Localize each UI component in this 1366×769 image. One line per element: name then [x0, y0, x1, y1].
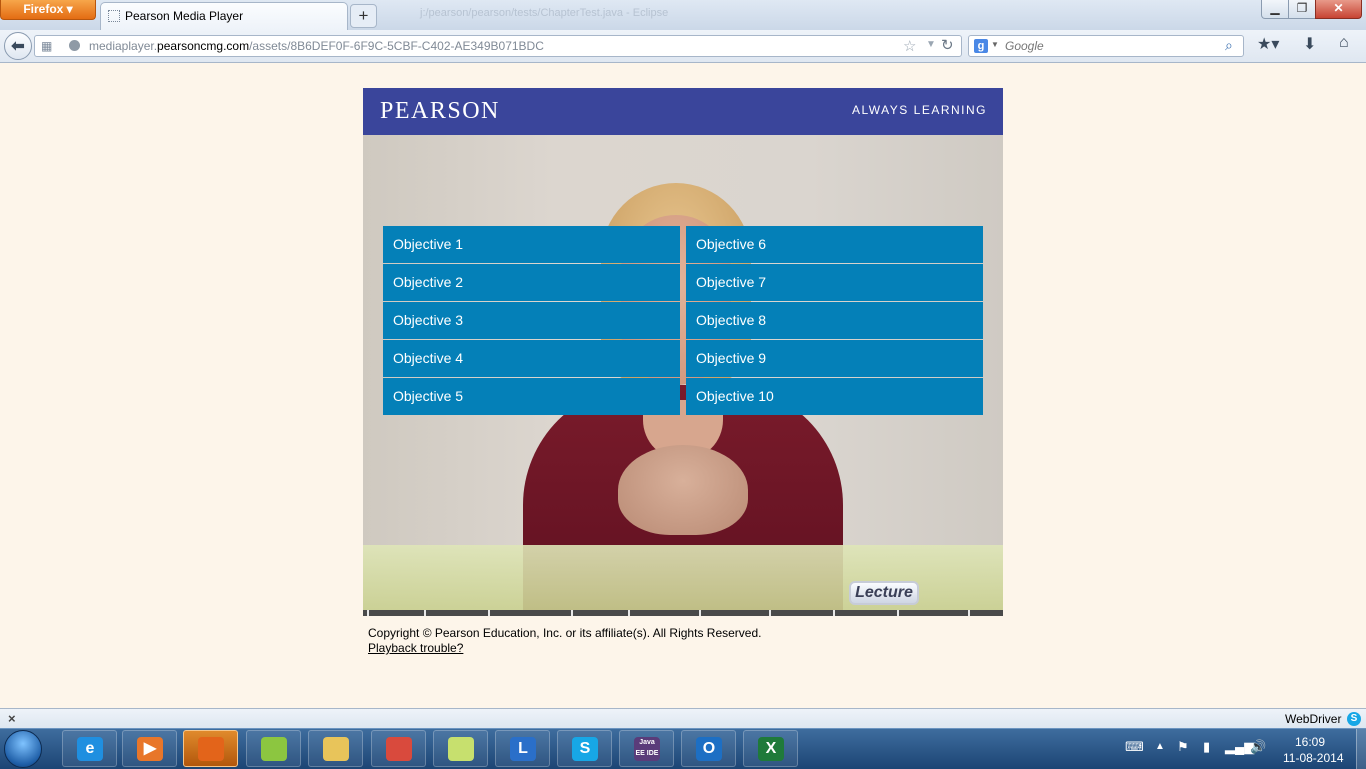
presenter-hands-image	[618, 445, 748, 535]
minimize-window-button[interactable]: ▁	[1261, 0, 1289, 19]
taskbar-chrome-button[interactable]	[371, 730, 426, 767]
bookmarks-menu-icon[interactable]: ★▾	[1257, 34, 1279, 54]
new-tab-button[interactable]: +	[350, 4, 377, 28]
windows-taskbar: e ▶ L S Java EE IDE O X ▲ ⌨ ⚑ ▮ ▂▄▆ 🔊 16:09 11…	[0, 728, 1366, 769]
chapter-marker[interactable]	[571, 610, 573, 616]
taskbar-java-ee-ide-button[interactable]: Java EE IDE	[619, 730, 674, 767]
taskbar-sticky-notes-button[interactable]	[433, 730, 488, 767]
excel-icon: X	[758, 737, 784, 761]
chapter-marker[interactable]	[424, 610, 426, 616]
android-icon	[261, 737, 287, 761]
pearson-logo: PEARSON	[380, 98, 500, 124]
globe-icon	[69, 40, 80, 51]
identity-tiles-icon: ▦	[41, 39, 53, 53]
keyboard-icon[interactable]: ⌨	[1125, 739, 1144, 755]
skype-addon-icon[interactable]: S	[1347, 712, 1361, 726]
objective-10-button[interactable]: Objective 10	[686, 378, 983, 415]
chapter-marker[interactable]	[367, 610, 369, 616]
url-bar[interactable]: ▦ mediaplayer.pearsoncmg.com/assets/8B6D…	[34, 35, 962, 57]
chapter-marker[interactable]	[628, 610, 630, 616]
sticky-notes-icon	[448, 737, 474, 761]
webdriver-label: WebDriver	[1285, 712, 1342, 726]
home-icon[interactable]: ⌂	[1339, 34, 1349, 52]
media-player-icon: ▶	[137, 737, 163, 761]
volume-icon[interactable]: 🔊	[1250, 739, 1266, 755]
chapter-marker[interactable]	[699, 610, 701, 616]
back-button[interactable]: ⬅	[4, 32, 32, 60]
chapter-marker[interactable]	[769, 610, 771, 616]
search-icon[interactable]: ⌕	[1225, 37, 1233, 54]
show-desktop-button[interactable]	[1356, 729, 1366, 769]
taskbar-file-explorer-button[interactable]	[308, 730, 363, 767]
objectives-menu: Objective 1 Objective 2 Objective 3 Obje…	[383, 226, 983, 415]
taskbar-outlook-button[interactable]: O	[681, 730, 736, 767]
taskbar-internet-explorer-button[interactable]: e	[62, 730, 117, 767]
chapter-seek-bar[interactable]	[363, 610, 1003, 616]
objectives-left-column: Objective 1 Objective 2 Objective 3 Obje…	[383, 226, 680, 415]
search-placeholder: Google	[1005, 39, 1044, 53]
objective-5-button[interactable]: Objective 5	[383, 378, 680, 415]
objective-1-button[interactable]: Objective 1	[383, 226, 680, 263]
chapter-marker[interactable]	[968, 610, 970, 616]
playback-trouble-link[interactable]: Playback trouble?	[368, 641, 463, 655]
firefox-menu-label: Firefox	[23, 2, 64, 16]
outlook-icon: O	[696, 737, 722, 761]
clock-time[interactable]: 16:09	[1295, 735, 1325, 749]
objective-8-button[interactable]: Objective 8	[686, 302, 983, 339]
clock-date[interactable]: 11-08-2014	[1283, 751, 1344, 765]
skype-icon: S	[572, 737, 598, 761]
objective-4-button[interactable]: Objective 4	[383, 340, 680, 377]
firefox-icon	[198, 737, 224, 761]
tagline: ALWAYS LEARNING	[852, 103, 987, 117]
google-engine-icon[interactable]: g	[974, 39, 988, 53]
start-button[interactable]	[4, 730, 42, 768]
reload-icon[interactable]: ↻	[941, 36, 954, 54]
close-window-button[interactable]: ✕	[1315, 0, 1362, 19]
file-explorer-icon	[323, 737, 349, 761]
taskbar-android-button[interactable]	[246, 730, 301, 767]
internet-explorer-icon: e	[77, 737, 103, 761]
titlebar: Firefox ▾ Pearson Media Player + j:/pear…	[0, 0, 1366, 30]
addon-bar: × WebDriver S	[0, 708, 1366, 729]
chapter-marker[interactable]	[897, 610, 899, 616]
show-hidden-icons-icon[interactable]: ▲	[1155, 741, 1165, 752]
taskbar-firefox-button[interactable]	[183, 730, 238, 767]
restore-window-button[interactable]: ❐	[1288, 0, 1316, 19]
objective-6-button[interactable]: Objective 6	[686, 226, 983, 263]
taskbar-media-player-button[interactable]: ▶	[122, 730, 177, 767]
chapter-marker[interactable]	[833, 610, 835, 616]
url-text: mediaplayer.pearsoncmg.com/assets/8B6DEF…	[89, 39, 544, 53]
page-favicon-icon	[108, 10, 120, 22]
taskbar-excel-button[interactable]: X	[743, 730, 798, 767]
window-background-title: j:/pearson/pearson/tests/ChapterTest.jav…	[420, 7, 669, 19]
search-bar[interactable]: g ▼ Google ⌕	[968, 35, 1244, 57]
downloads-icon[interactable]: ⬇	[1303, 34, 1316, 54]
objective-7-button[interactable]: Objective 7	[686, 264, 983, 301]
objective-3-button[interactable]: Objective 3	[383, 302, 680, 339]
lecture-badge: Lecture	[849, 581, 919, 605]
chrome-icon	[386, 737, 412, 761]
engine-dropdown-icon[interactable]: ▼	[991, 40, 999, 49]
chapter-marker[interactable]	[488, 610, 490, 616]
java-ee-ide-icon: Java EE IDE	[634, 737, 660, 761]
pearson-header: PEARSON ALWAYS LEARNING	[363, 88, 1003, 135]
lync-icon: L	[510, 737, 536, 761]
objectives-right-column: Objective 6 Objective 7 Objective 8 Obje…	[686, 226, 983, 415]
battery-icon[interactable]: ▮	[1203, 739, 1210, 755]
objective-2-button[interactable]: Objective 2	[383, 264, 680, 301]
tab-title: Pearson Media Player	[125, 9, 244, 23]
close-addon-bar-icon[interactable]: ×	[8, 711, 16, 726]
bookmark-star-icon[interactable]: ☆	[903, 37, 916, 55]
objective-9-button[interactable]: Objective 9	[686, 340, 983, 377]
taskbar-skype-button[interactable]: S	[557, 730, 612, 767]
tab-pearson-media-player[interactable]: Pearson Media Player	[100, 2, 348, 30]
url-dropdown-icon[interactable]: ▼	[926, 39, 936, 50]
navigation-toolbar: ⬅ ▦ mediaplayer.pearsoncmg.com/assets/8B…	[0, 30, 1366, 63]
video-area[interactable]: Lecture Objective 1 Objective 2 Objectiv…	[363, 135, 1003, 615]
taskbar-lync-button[interactable]: L	[495, 730, 550, 767]
action-center-flag-icon[interactable]: ⚑	[1177, 739, 1189, 755]
firefox-menu-button[interactable]: Firefox ▾	[0, 0, 96, 20]
copyright-text: Copyright © Pearson Education, Inc. or i…	[368, 626, 762, 640]
